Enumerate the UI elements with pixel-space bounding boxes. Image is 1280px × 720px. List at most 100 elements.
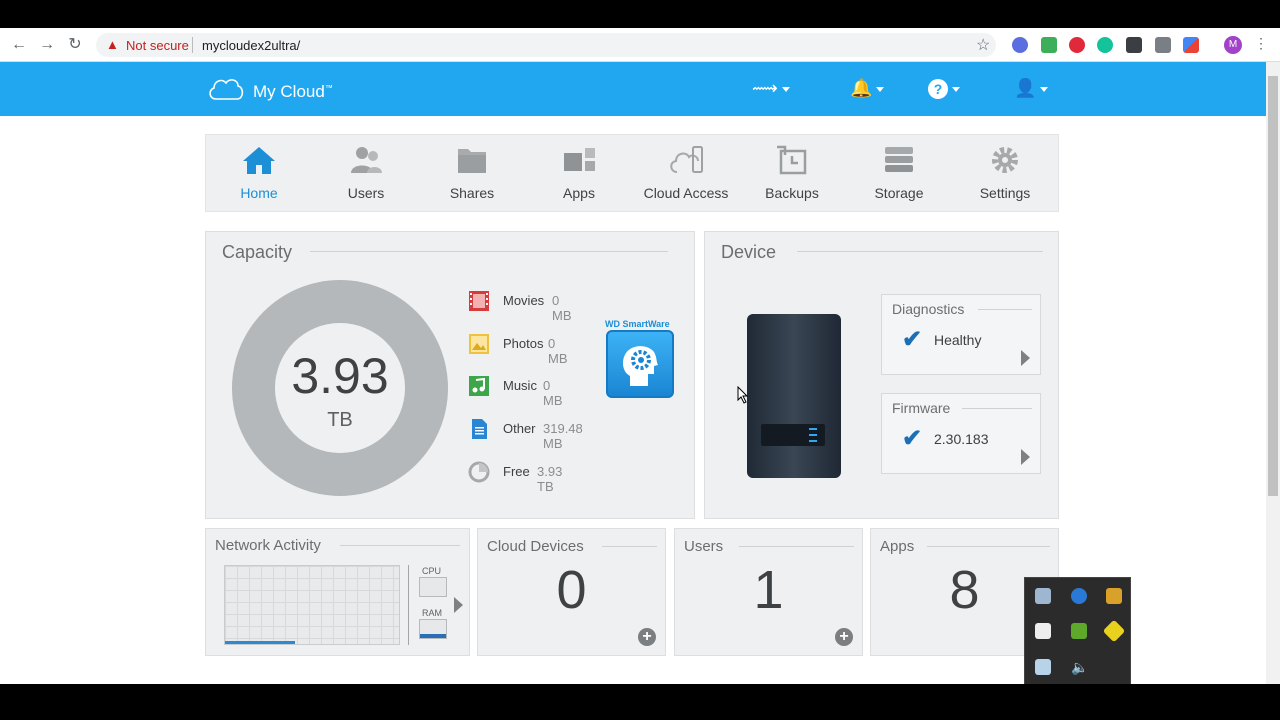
help-icon: ?: [928, 79, 948, 99]
capacity-label: Music: [503, 378, 537, 393]
divider: [602, 546, 657, 547]
profile-avatar[interactable]: M: [1224, 36, 1242, 54]
security-shield-icon[interactable]: [1035, 623, 1051, 639]
browser-menu-icon[interactable]: ⋮: [1254, 35, 1268, 52]
usb-menu[interactable]: ⟿: [752, 78, 790, 100]
extension-icon[interactable]: [1126, 37, 1142, 53]
security-status[interactable]: Not secure: [126, 38, 189, 53]
capacity-donut: 3.93 TB: [232, 280, 448, 496]
capacity-label: Photos: [503, 336, 544, 351]
gear-icon: [992, 147, 1018, 173]
grammarly-icon[interactable]: [1097, 37, 1113, 53]
home-icon: [243, 147, 275, 174]
url-divider: [192, 37, 193, 53]
speaker-muted-icon[interactable]: 🔈: [1071, 659, 1088, 675]
browser-window: ← → ↻ ▲ Not secure mycloudex2ultra/ ☆ M …: [0, 28, 1280, 684]
tab-label: Cloud Access: [643, 185, 729, 201]
tab-apps[interactable]: Apps: [526, 135, 632, 213]
head-gear-icon: [622, 346, 658, 386]
monitor-icon[interactable]: [1035, 588, 1051, 604]
tab-home[interactable]: Home: [206, 135, 312, 213]
storage-icon: [885, 147, 913, 172]
network-activity-graph: [224, 565, 400, 645]
add-user-button[interactable]: +: [835, 628, 853, 646]
chevron-right-icon[interactable]: [454, 597, 463, 613]
device-panel: Device Diagnostics ✔ Healthy Firmware ✔ …: [704, 231, 1059, 519]
extension-icon[interactable]: [1012, 37, 1028, 53]
chevron-down-icon: [952, 86, 960, 92]
extension-icon[interactable]: [1155, 37, 1171, 53]
address-bar[interactable]: ▲ Not secure mycloudex2ultra/ ☆: [96, 33, 996, 57]
tab-shares[interactable]: Shares: [419, 135, 525, 213]
app-tray-icon[interactable]: [1102, 619, 1126, 643]
checkmark-icon: ✔: [902, 326, 923, 353]
chevron-down-icon: [781, 86, 790, 92]
apps-icon: [564, 148, 595, 171]
cloud-devices-count: 0: [556, 560, 587, 620]
nvidia-icon[interactable]: [1071, 623, 1087, 639]
network-activity-panel: Network Activity CPU RAM: [205, 528, 470, 656]
tab-settings[interactable]: Settings: [952, 135, 1058, 213]
tab-users[interactable]: Users: [313, 135, 419, 213]
pinterest-icon[interactable]: [1069, 37, 1085, 53]
photo-icon: [469, 334, 489, 354]
panel-title: Capacity: [222, 242, 293, 262]
tab-storage[interactable]: Storage: [846, 135, 952, 213]
capacity-unit: TB: [327, 409, 353, 431]
forward-icon[interactable]: →: [38, 36, 56, 54]
tab-label: Apps: [563, 185, 595, 201]
panel-title: Cloud Devices: [487, 538, 584, 555]
device-front-panel: [761, 424, 825, 446]
tab-label: Settings: [979, 185, 1031, 201]
tab-backups[interactable]: Backups: [739, 135, 845, 213]
tab-label: Home: [240, 185, 278, 201]
shield-extension-icon[interactable]: [1041, 37, 1057, 53]
app-logo[interactable]: My Cloud™: [253, 82, 333, 102]
app-tray-icon[interactable]: [1106, 588, 1122, 604]
panel-title: Users: [684, 538, 724, 555]
pie-icon: [468, 461, 490, 483]
notifications-menu[interactable]: 🔔: [850, 78, 885, 100]
scrollbar-thumb[interactable]: [1268, 76, 1278, 496]
bluetooth-icon[interactable]: [1071, 588, 1087, 604]
smartware-button[interactable]: [606, 330, 674, 398]
cloud-devices-panel: Cloud Devices 0 +: [477, 528, 666, 656]
bookmark-star-icon[interactable]: ☆: [976, 35, 990, 55]
translate-icon[interactable]: [1183, 37, 1199, 53]
divider: [739, 546, 854, 547]
status-led: [809, 434, 817, 436]
back-icon[interactable]: ←: [10, 36, 28, 54]
capacity-label: Other: [503, 421, 536, 436]
chevron-right-icon[interactable]: [1021, 350, 1030, 366]
warning-icon: ▲: [106, 37, 119, 52]
backup-icon: [777, 145, 807, 175]
smartware-label: WD SmartWare: [605, 319, 670, 329]
help-menu[interactable]: ?: [928, 78, 960, 100]
tab-cloud-access[interactable]: Cloud Access: [633, 135, 739, 213]
reload-icon[interactable]: ↻: [66, 36, 84, 54]
bell-icon: 🔔: [850, 78, 873, 98]
page-scrollbar[interactable]: [1266, 62, 1280, 684]
tab-label: Backups: [765, 185, 819, 201]
url-text[interactable]: mycloudex2ultra/: [202, 38, 300, 53]
capacity-value: 319.48 MB: [543, 421, 583, 451]
divider: [927, 546, 1050, 547]
panel-title: Network Activity: [215, 537, 321, 554]
firmware-card[interactable]: Firmware ✔ 2.30.183: [881, 393, 1041, 474]
usb-icon: ⟿: [752, 78, 778, 98]
capacity-panel: Capacity 3.93 TB Movies 0 MB Photos 0 MB…: [205, 231, 695, 519]
chevron-right-icon[interactable]: [1021, 449, 1030, 465]
nas-device-image: [747, 314, 841, 478]
main-navigation: Home Users Shares Apps Cloud Access Back…: [205, 134, 1059, 212]
user-menu[interactable]: 👤: [1014, 78, 1049, 100]
add-cloud-device-button[interactable]: +: [638, 628, 656, 646]
app-tray-icon[interactable]: [1035, 659, 1051, 675]
status-led: [809, 440, 817, 442]
music-icon: [469, 376, 489, 396]
capacity-label: Movies: [503, 293, 545, 308]
diagnostics-card[interactable]: Diagnostics ✔ Healthy: [881, 294, 1041, 375]
chevron-down-icon: [876, 86, 885, 92]
capacity-value: 3.93 TB: [537, 464, 563, 494]
capacity-total: 3.93: [291, 348, 389, 404]
chevron-down-icon: [1040, 86, 1049, 92]
